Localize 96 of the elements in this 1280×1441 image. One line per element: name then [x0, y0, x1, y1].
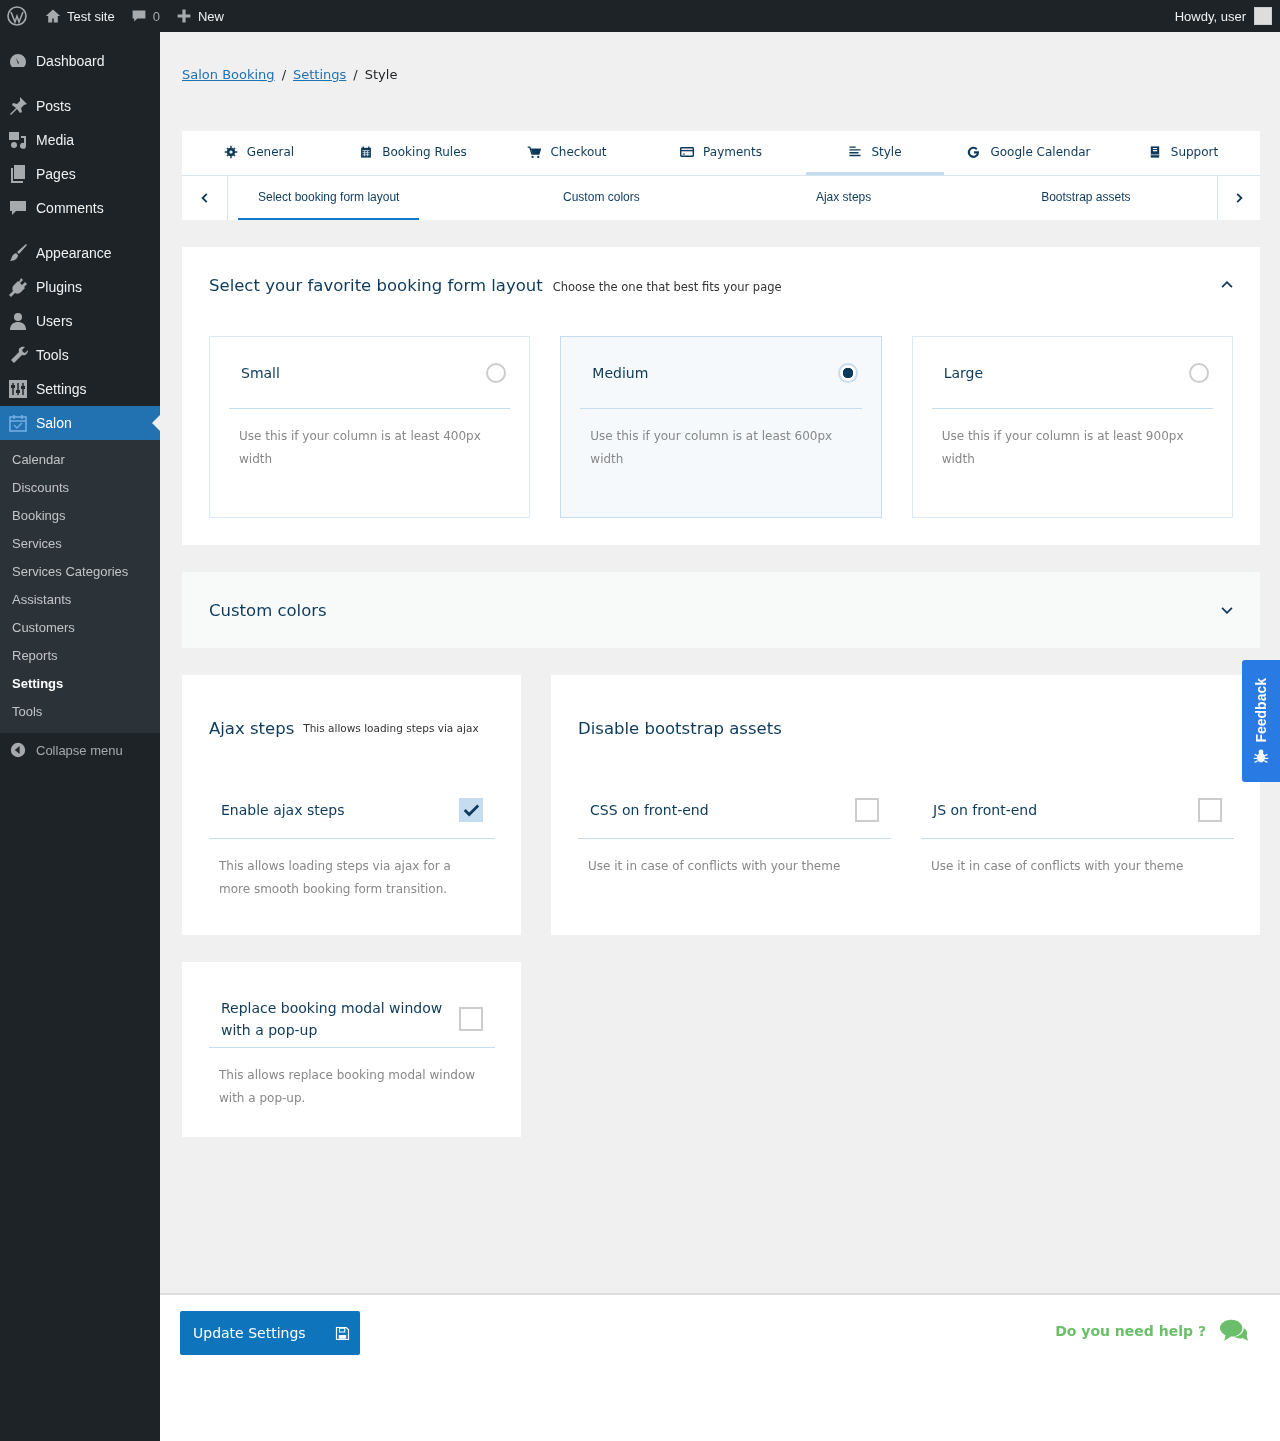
- submenu-item[interactable]: Tools: [0, 698, 160, 726]
- option-description: This allows loading steps via ajax for a more smooth booking form transition.: [219, 858, 452, 898]
- text-lines-icon: [848, 144, 863, 159]
- wordpress-logo-icon[interactable]: [7, 6, 27, 26]
- submenu-item[interactable]: Customers: [0, 614, 160, 642]
- feedback-tab[interactable]: Feedback: [1242, 660, 1280, 782]
- menu-item[interactable]: Users: [0, 304, 160, 338]
- option-label: Replace booking modal window with a pop-up: [221, 998, 444, 1040]
- option-label: Enable ajax steps: [221, 800, 345, 820]
- section-title: Custom colors: [209, 600, 327, 620]
- subtab[interactable]: Custom colors: [543, 176, 660, 220]
- save-icon: [335, 1325, 350, 1341]
- account-link[interactable]: Howdy, user: [1166, 0, 1280, 32]
- option-label: CSS on front-end: [590, 800, 709, 820]
- subtab[interactable]: Bootstrap assets: [1021, 176, 1151, 220]
- submenu-item[interactable]: Reports: [0, 642, 160, 670]
- submenu-item[interactable]: Bookings: [0, 502, 160, 530]
- comment-icon: [130, 8, 147, 24]
- menu-item[interactable]: Posts: [0, 89, 160, 123]
- checkbox[interactable]: [459, 797, 483, 822]
- option-label: Medium: [592, 364, 649, 381]
- menu-item[interactable]: Media: [0, 123, 160, 157]
- option-description: Use it in case of conflicts with your theme: [931, 858, 1185, 875]
- avatar-icon: [1254, 7, 1272, 25]
- subtab[interactable]: Select booking form layout: [238, 176, 420, 220]
- menu-item[interactable]: Settings: [0, 372, 160, 406]
- section-title: Select your favorite booking form layout: [209, 275, 543, 295]
- menu-item[interactable]: Plugins: [0, 270, 160, 304]
- home-icon: [45, 8, 61, 24]
- menu-item[interactable]: Comments: [0, 191, 160, 225]
- comments-link[interactable]: 0: [122, 0, 168, 32]
- checkbox[interactable]: [459, 1006, 483, 1031]
- radio-button[interactable]: [486, 362, 507, 383]
- new-link[interactable]: New: [167, 0, 232, 32]
- breadcrumb-link[interactable]: Salon Booking: [182, 66, 275, 82]
- option-label: Small: [241, 364, 280, 381]
- media-icon: [8, 130, 28, 150]
- option-description: Use it in case of conflicts with your theme: [588, 858, 842, 875]
- update-settings-button[interactable]: Update Settings: [180, 1311, 360, 1355]
- bug-icon: [1253, 748, 1269, 765]
- option-description: Use this if your column is at least 600px width: [590, 428, 834, 468]
- option-description: Use this if your column is at least 400px width: [239, 428, 482, 468]
- plus-icon: [175, 8, 192, 24]
- submenu-item[interactable]: Calendar: [0, 446, 160, 474]
- layout-option-card[interactable]: Large Use this if your column is at least 900px width: [911, 336, 1233, 518]
- user-icon: [8, 311, 28, 331]
- settings-tab[interactable]: Checkout: [498, 131, 636, 175]
- collapse-menu-button[interactable]: Collapse menu: [0, 733, 160, 767]
- cart-icon: [527, 144, 542, 159]
- submenu-item[interactable]: Settings: [0, 670, 160, 698]
- site-link[interactable]: Test site: [37, 0, 123, 32]
- pages-icon: [8, 164, 28, 184]
- layout-option-card[interactable]: Medium Use this if your column is at least 600px width: [560, 336, 882, 518]
- option-label: Large: [943, 364, 984, 381]
- submenu-item[interactable]: Assistants: [0, 586, 160, 614]
- menu-item[interactable]: Pages: [0, 157, 160, 191]
- settings-tab[interactable]: Google Calendar: [960, 131, 1098, 175]
- option-label: JS on front-end: [933, 800, 1038, 820]
- section-title: Disable bootstrap assets: [578, 718, 782, 738]
- menu-item[interactable]: Appearance: [0, 236, 160, 270]
- layout-option-card[interactable]: Small Use this if your column is at least 400px width: [209, 336, 531, 518]
- radio-button[interactable]: [837, 362, 858, 383]
- comment-icon: [8, 198, 28, 218]
- section-subtitle: This allows loading steps via ajax: [303, 722, 479, 734]
- breadcrumb-link[interactable]: Settings: [293, 66, 347, 82]
- menu-item[interactable]: Tools: [0, 338, 160, 372]
- settings-icon: [223, 144, 238, 159]
- collapse-icon: [10, 742, 26, 758]
- breadcrumb-current: Style: [364, 66, 398, 82]
- radio-button[interactable]: [1189, 362, 1209, 383]
- checkbox[interactable]: [855, 797, 879, 822]
- settings-tab[interactable]: Payments: [652, 131, 790, 175]
- settings-tab[interactable]: Support: [1114, 131, 1252, 175]
- plug-icon: [8, 277, 28, 297]
- sliders-icon: [8, 379, 28, 399]
- calendar-icon: [359, 144, 374, 159]
- subtab[interactable]: Ajax steps: [795, 176, 892, 220]
- g-letter-icon: [967, 144, 982, 159]
- section-title: Ajax steps: [209, 718, 295, 738]
- submenu-item[interactable]: Discounts: [0, 474, 160, 502]
- submenu-item[interactable]: Services: [0, 530, 160, 558]
- pin-icon: [8, 96, 28, 116]
- option-description: Use this if your column is at least 900px width: [941, 428, 1185, 468]
- calendar-icon: [8, 413, 28, 433]
- brush-icon: [8, 243, 28, 263]
- menu-item[interactable]: Dashboard: [0, 44, 160, 78]
- breadcrumb-separator: /: [281, 66, 286, 82]
- option-description: This allows replace booking modal window with a pop-up.: [219, 1067, 477, 1107]
- credit-card-icon: [680, 144, 695, 159]
- settings-tab[interactable]: General: [190, 131, 328, 175]
- submenu-item[interactable]: Services Categories: [0, 558, 160, 586]
- checkbox[interactable]: [1198, 797, 1222, 822]
- breadcrumb-separator: /: [353, 66, 358, 82]
- section-subtitle: Choose the one that best fits your page: [552, 279, 782, 294]
- settings-tab[interactable]: Booking Rules: [344, 131, 482, 175]
- menu-item[interactable]: Salon: [0, 406, 160, 440]
